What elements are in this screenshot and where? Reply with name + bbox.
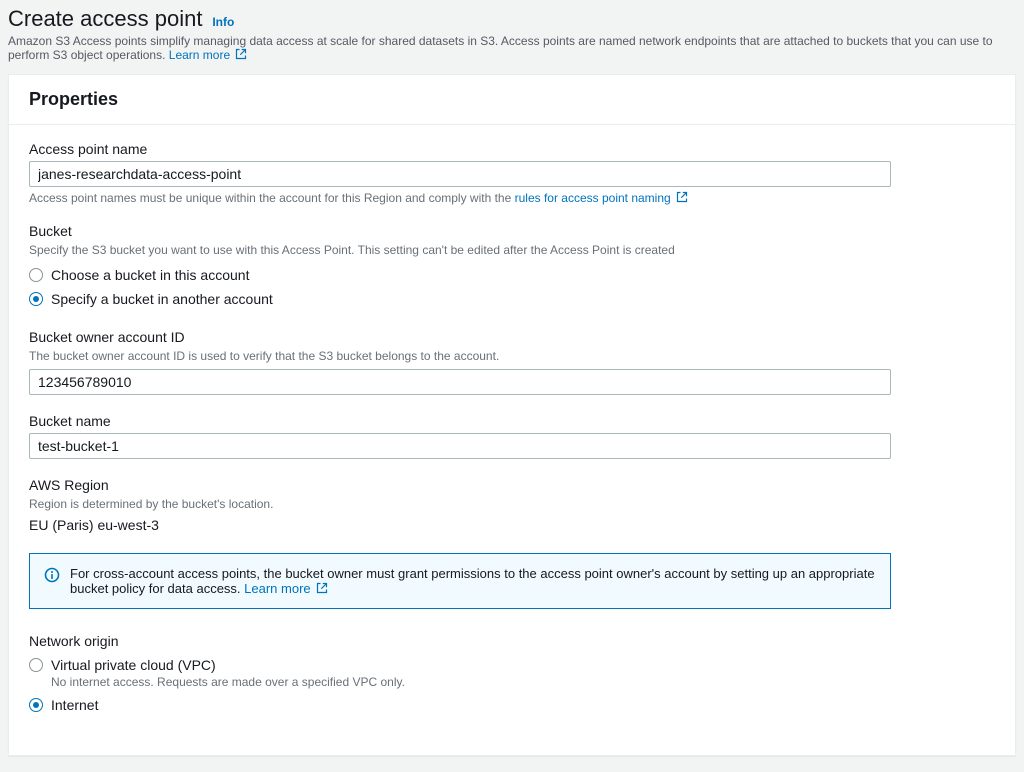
radio-vpc[interactable]: Virtual private cloud (VPC) [29, 653, 995, 677]
radio-label: Choose a bucket in this account [51, 267, 249, 283]
panel-header: Properties [9, 75, 1015, 125]
owner-account-id-desc: The bucket owner account ID is used to v… [29, 349, 995, 363]
field-bucket: Bucket Specify the S3 bucket you want to… [29, 223, 995, 311]
bucket-name-label: Bucket name [29, 413, 995, 429]
learn-more-link[interactable]: Learn more [169, 48, 248, 62]
access-point-name-input[interactable] [29, 161, 891, 187]
page-description: Amazon S3 Access points simplify managin… [8, 34, 1016, 62]
radio-icon [29, 292, 43, 306]
field-access-point-name: Access point name Access point names mus… [29, 141, 995, 205]
info-link[interactable]: Info [212, 15, 234, 29]
aws-region-value: EU (Paris) eu-west-3 [29, 517, 995, 533]
info-icon [44, 567, 60, 583]
network-origin-radio-group: Virtual private cloud (VPC) No internet … [29, 653, 995, 717]
alert-learn-more-link[interactable]: Learn more [244, 581, 328, 596]
page-header: Create access point Info Amazon S3 Acces… [0, 0, 1024, 74]
external-link-icon [235, 48, 247, 60]
network-origin-label: Network origin [29, 633, 995, 649]
bucket-radio-group: Choose a bucket in this account Specify … [29, 263, 995, 311]
radio-icon [29, 658, 43, 672]
external-link-icon [676, 191, 688, 203]
radio-choose-bucket-this-account[interactable]: Choose a bucket in this account [29, 263, 995, 287]
alert-text: For cross-account access points, the buc… [70, 566, 876, 596]
field-owner-account-id: Bucket owner account ID The bucket owner… [29, 329, 995, 395]
field-network-origin: Network origin Virtual private cloud (VP… [29, 633, 995, 717]
radio-internet[interactable]: Internet [29, 693, 995, 717]
external-link-icon [316, 582, 328, 594]
page-description-text: Amazon S3 Access points simplify managin… [8, 34, 993, 62]
properties-panel: Properties Access point name Access poin… [8, 74, 1016, 756]
radio-specify-bucket-other-account[interactable]: Specify a bucket in another account [29, 287, 995, 311]
panel-title: Properties [29, 89, 995, 110]
cross-account-info-alert: For cross-account access points, the buc… [29, 553, 891, 609]
access-point-name-label: Access point name [29, 141, 995, 157]
bucket-label: Bucket [29, 223, 995, 239]
vpc-desc: No internet access. Requests are made ov… [51, 675, 995, 689]
owner-account-id-input[interactable] [29, 369, 891, 395]
radio-label: Internet [51, 697, 98, 713]
access-point-name-helper: Access point names must be unique within… [29, 191, 995, 205]
field-bucket-name: Bucket name [29, 413, 995, 459]
radio-icon [29, 268, 43, 282]
bucket-desc: Specify the S3 bucket you want to use wi… [29, 243, 995, 257]
radio-label: Specify a bucket in another account [51, 291, 273, 307]
naming-rules-link[interactable]: rules for access point naming [515, 191, 688, 205]
owner-account-id-label: Bucket owner account ID [29, 329, 995, 345]
radio-label: Virtual private cloud (VPC) [51, 657, 216, 673]
field-aws-region: AWS Region Region is determined by the b… [29, 477, 995, 533]
panel-body: Access point name Access point names mus… [9, 125, 1015, 755]
aws-region-label: AWS Region [29, 477, 995, 493]
aws-region-desc: Region is determined by the bucket's loc… [29, 497, 995, 511]
radio-icon [29, 698, 43, 712]
bucket-name-input[interactable] [29, 433, 891, 459]
page-title: Create access point [8, 6, 202, 32]
